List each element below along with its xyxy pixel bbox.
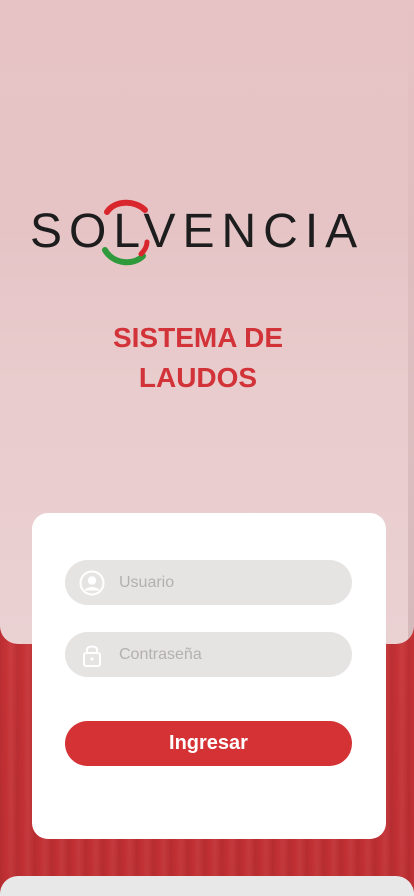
page-title: SISTEMA DE LAUDOS xyxy=(112,322,284,393)
logo-text: SOLVENCIA xyxy=(30,205,365,258)
hero-edge-shadow xyxy=(408,0,414,644)
username-input[interactable] xyxy=(117,572,341,593)
login-card: Ingresar xyxy=(32,513,386,839)
password-input[interactable] xyxy=(117,644,341,665)
bottom-sheet-edge xyxy=(0,876,414,896)
solvencia-logo: SOLVENCIA xyxy=(30,196,386,270)
login-button[interactable]: Ingresar xyxy=(65,721,352,766)
username-field[interactable] xyxy=(65,560,352,605)
password-field[interactable] xyxy=(65,632,352,677)
user-circle-icon xyxy=(79,570,105,596)
lock-icon xyxy=(79,642,105,668)
